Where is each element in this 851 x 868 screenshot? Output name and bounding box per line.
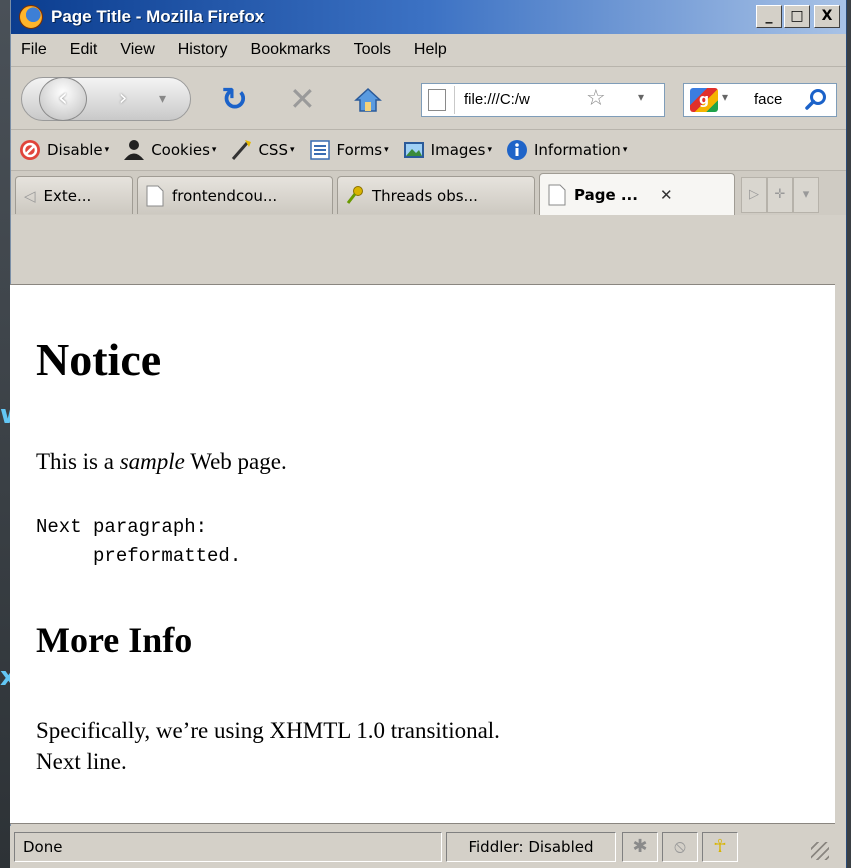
- dev-css-label: CSS: [258, 141, 288, 159]
- tab-list-icon[interactable]: ✛: [767, 177, 793, 213]
- firebug-icon[interactable]: ✱: [622, 832, 658, 862]
- emphasis-text: sample: [119, 449, 185, 474]
- tab-label: Exte...: [43, 186, 92, 205]
- dev-disable-label: Disable: [47, 141, 103, 159]
- dropdown-arrow-icon: ▾: [104, 145, 110, 155]
- dev-forms-menu[interactable]: Forms ▾: [309, 139, 389, 161]
- fiddler-status[interactable]: Fiddler: Disabled: [446, 832, 616, 862]
- reload-icon[interactable]: ↻: [221, 81, 248, 117]
- window-title: Page Title - Mozilla Firefox: [51, 7, 265, 26]
- dev-css-menu[interactable]: CSS ▾: [230, 139, 295, 161]
- maximize-button[interactable]: □: [784, 5, 810, 28]
- tab-frontendcourse[interactable]: frontendcou...: [137, 176, 333, 214]
- dev-images-label: Images: [430, 141, 486, 159]
- search-engine-dropdown-icon[interactable]: ▾: [722, 90, 728, 104]
- tab-bar: ◁ Exte... frontendcou... Threads obs... …: [11, 170, 846, 215]
- search-bar[interactable]: g ▾ face: [683, 83, 837, 117]
- css-icon: [232, 140, 252, 160]
- ankh-icon[interactable]: ☥: [702, 832, 738, 862]
- url-dropdown-icon[interactable]: ▾: [638, 90, 644, 104]
- yslow-icon[interactable]: ⦸: [662, 832, 698, 862]
- dev-information-label: Information: [533, 141, 621, 159]
- text-span: This is a: [36, 449, 120, 474]
- tab-page-title[interactable]: Page ... ✕: [539, 173, 735, 215]
- dev-cookies-label: Cookies: [151, 141, 210, 159]
- menu-edit[interactable]: Edit: [70, 41, 98, 59]
- url-text[interactable]: file:///C:/w: [464, 91, 584, 108]
- pre-line: preformatted.: [36, 545, 242, 567]
- url-separator: [454, 86, 455, 114]
- menu-bookmarks[interactable]: Bookmarks: [251, 41, 331, 59]
- google-search-engine-icon[interactable]: g: [690, 88, 718, 112]
- resize-grip-icon[interactable]: [811, 842, 829, 860]
- key-icon: [346, 185, 363, 204]
- menu-help[interactable]: Help: [414, 41, 447, 59]
- text-line: Specifically, we’re using XHMTL 1.0 tran…: [36, 718, 500, 743]
- home-icon[interactable]: [354, 87, 382, 113]
- page-icon: [548, 184, 566, 205]
- images-icon: [403, 142, 424, 158]
- dropdown-arrow-icon: ▾: [289, 145, 295, 155]
- dev-disable-menu[interactable]: Disable ▾: [19, 139, 109, 161]
- dev-information-menu[interactable]: Information ▾: [506, 139, 627, 161]
- section-heading: More Info: [36, 620, 193, 660]
- tab-label: Threads obs...: [372, 186, 478, 205]
- minimize-button[interactable]: _: [756, 5, 782, 28]
- dropdown-arrow-icon: ▾: [211, 145, 217, 155]
- page-icon: [146, 185, 164, 206]
- status-bar: Done Fiddler: Disabled ✱ ⦸ ☥: [10, 826, 835, 868]
- page-heading: Notice: [36, 334, 162, 385]
- url-bar[interactable]: file:///C:/w ☆ ▾: [421, 83, 665, 117]
- window-controls: _ □ X: [756, 5, 840, 28]
- close-button[interactable]: X: [814, 5, 840, 28]
- forms-icon: [309, 140, 330, 160]
- preformatted-block: Next paragraph: preformatted.: [36, 513, 241, 571]
- page-icon: [428, 89, 446, 111]
- scroll-right-icon[interactable]: ▷: [741, 177, 767, 213]
- title-bar[interactable]: Page Title - Mozilla Firefox _ □ X: [11, 0, 846, 34]
- tab-threads[interactable]: Threads obs...: [337, 176, 535, 214]
- search-input[interactable]: face: [754, 91, 800, 108]
- intro-paragraph: This is a sample Web page.: [36, 449, 287, 475]
- menu-view[interactable]: View: [120, 41, 154, 59]
- tab-menu-dropdown-icon[interactable]: ▾: [793, 177, 819, 213]
- dev-cookies-menu[interactable]: Cookies ▾: [123, 139, 216, 161]
- menu-file[interactable]: File: [21, 41, 47, 59]
- info-paragraph: Specifically, we’re using XHMTL 1.0 tran…: [36, 715, 500, 777]
- history-dropdown-icon[interactable]: ▾: [159, 85, 166, 113]
- text-span: Web page.: [184, 449, 287, 474]
- forward-button[interactable]: ›: [103, 85, 143, 113]
- information-icon: [506, 140, 527, 160]
- web-developer-toolbar: Disable ▾ Cookies ▾ CSS ▾ Forms ▾ Images…: [11, 129, 846, 170]
- scroll-left-icon[interactable]: ◁: [24, 187, 36, 205]
- cookies-icon: [124, 140, 145, 160]
- page-content: Notice This is a sample Web page. Next p…: [10, 284, 835, 824]
- dev-forms-label: Forms: [336, 141, 383, 159]
- tab-label: frontendcou...: [172, 186, 278, 205]
- disable-icon: [20, 140, 40, 160]
- menu-tools[interactable]: Tools: [354, 41, 391, 59]
- bookmark-star-icon[interactable]: ☆: [586, 87, 606, 111]
- search-magnifier-icon[interactable]: [804, 87, 830, 113]
- dropdown-arrow-icon: ▾: [384, 145, 389, 155]
- navigation-toolbar: ‹ › ▾ ↻ ✕ file:///C:/w ☆ ▾ g ▾ face: [11, 66, 846, 129]
- dropdown-arrow-icon: ▾: [487, 145, 492, 155]
- text-line: Next line.: [36, 749, 127, 774]
- stop-icon[interactable]: ✕: [289, 81, 316, 117]
- menu-history[interactable]: History: [178, 41, 228, 59]
- tab-label: Page ...: [574, 185, 638, 204]
- tab-extensions[interactable]: ◁ Exte...: [15, 176, 133, 214]
- dropdown-arrow-icon: ▾: [622, 145, 628, 155]
- pre-line: Next paragraph:: [36, 516, 208, 538]
- status-text: Done: [14, 832, 442, 862]
- dev-images-menu[interactable]: Images ▾: [403, 139, 492, 161]
- firefox-logo-icon: [19, 5, 43, 29]
- close-tab-icon[interactable]: ✕: [660, 186, 673, 204]
- back-button[interactable]: ‹: [39, 77, 87, 121]
- menu-bar: File Edit View History Bookmarks Tools H…: [11, 34, 846, 66]
